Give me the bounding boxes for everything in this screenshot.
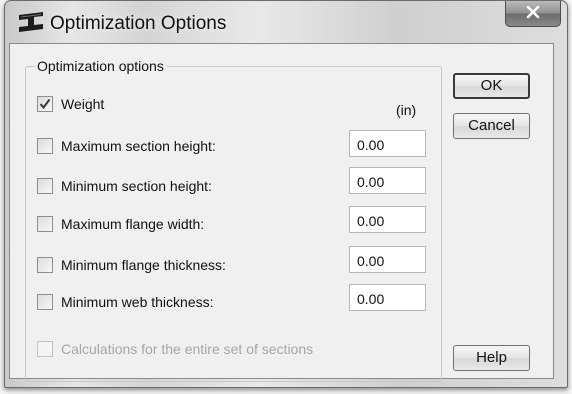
ok-button[interactable]: OK (453, 73, 530, 99)
min-web-thickness-label: Minimum web thickness: (61, 294, 214, 310)
units-label: (in) (396, 102, 417, 118)
window-title: Optimization Options (50, 13, 227, 34)
cancel-button[interactable]: Cancel (453, 113, 530, 139)
max-section-height-label: Maximum section height: (61, 138, 216, 154)
weight-label: Weight (61, 96, 105, 112)
min-section-height-label: Minimum section height: (61, 178, 212, 194)
entire-set-checkbox[interactable] (37, 341, 53, 357)
beam-section-icon (17, 10, 45, 34)
max-section-height-checkbox[interactable] (37, 138, 53, 154)
checkmark-icon (39, 98, 51, 110)
group-legend: Optimization options (34, 58, 167, 74)
min-web-thickness-checkbox[interactable] (37, 294, 53, 310)
entire-set-label: Calculations for the entire set of secti… (61, 341, 314, 357)
close-icon (526, 6, 540, 19)
min-web-thickness-input[interactable] (349, 284, 426, 311)
title-bar[interactable]: Optimization Options (5, 1, 567, 45)
min-section-height-input[interactable] (349, 167, 426, 194)
min-flange-thickness-input[interactable] (349, 246, 426, 273)
min-section-height-checkbox[interactable] (37, 178, 53, 194)
max-flange-width-input[interactable] (349, 206, 426, 233)
close-button[interactable] (505, 1, 561, 27)
min-flange-thickness-checkbox[interactable] (37, 257, 53, 273)
min-flange-thickness-label: Minimum flange thickness: (61, 257, 226, 273)
max-flange-width-checkbox[interactable] (37, 216, 53, 232)
max-flange-width-label: Maximum flange width: (61, 216, 205, 232)
help-button[interactable]: Help (453, 345, 530, 371)
max-section-height-input[interactable] (349, 130, 426, 157)
weight-checkbox[interactable] (37, 96, 53, 112)
